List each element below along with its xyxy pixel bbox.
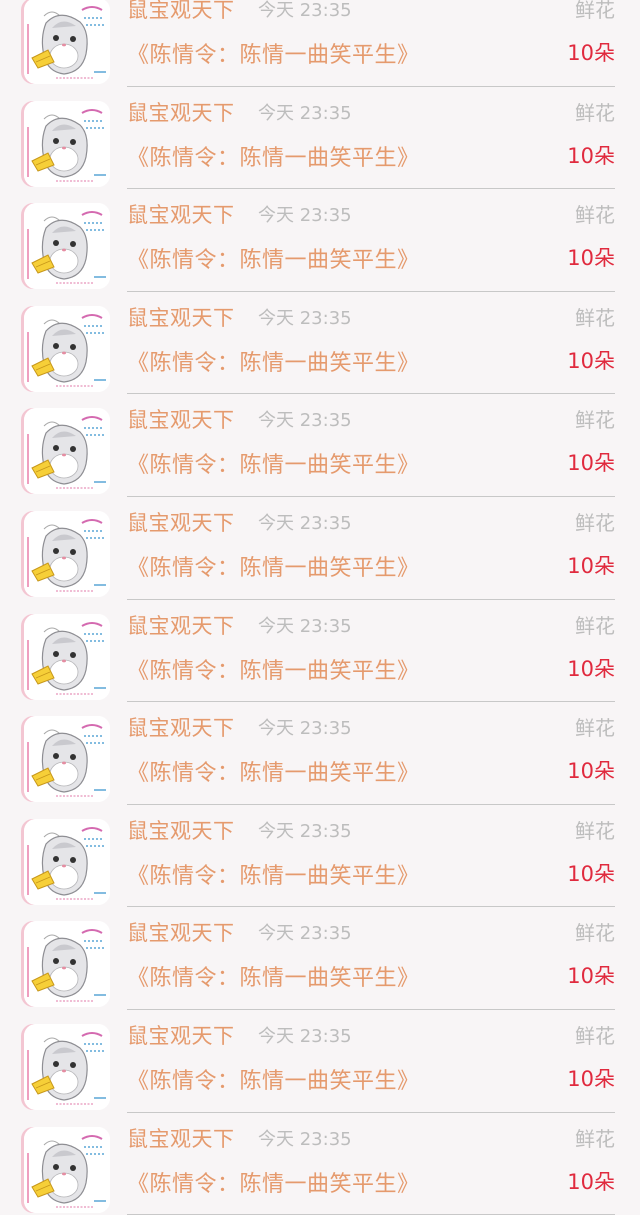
gift-time: 今天 23:35 (258, 615, 352, 637)
work-title-link[interactable]: 《陈情令：陈情一曲笑平生》 (127, 550, 420, 582)
gift-record-item[interactable]: 鼠宝观天下 今天 23:35 鲜花 《陈情令：陈情一曲笑平生》 10朵 (0, 907, 640, 1010)
user-name[interactable]: 鼠宝观天下 (127, 712, 235, 742)
gift-count: 10朵 (567, 656, 615, 681)
gift-count: 10朵 (567, 1169, 615, 1194)
gift-record-item[interactable]: 鼠宝观天下 今天 23:35 鲜花 《陈情令：陈情一曲笑平生》 10朵 (0, 0, 640, 87)
user-name[interactable]: 鼠宝观天下 (127, 404, 235, 434)
gift-time: 今天 23:35 (258, 205, 352, 227)
gift-record-item[interactable]: 鼠宝观天下 今天 23:35 鲜花 《陈情令：陈情一曲笑平生》 10朵 (0, 1010, 640, 1113)
hamster-avatar-icon (24, 818, 110, 905)
avatar[interactable] (24, 1126, 110, 1213)
avatar[interactable] (24, 818, 110, 905)
avatar[interactable] (24, 203, 110, 290)
gift-record-item[interactable]: 鼠宝观天下 今天 23:35 鲜花 《陈情令：陈情一曲笑平生》 10朵 (0, 497, 640, 600)
gift-time: 今天 23:35 (258, 0, 352, 21)
work-title-link[interactable]: 《陈情令：陈情一曲笑平生》 (127, 345, 420, 377)
gift-time: 今天 23:35 (258, 102, 352, 124)
gift-type: 鲜花 (575, 613, 615, 638)
gift-time: 今天 23:35 (258, 820, 352, 842)
gift-time: 今天 23:35 (258, 1025, 352, 1047)
hamster-avatar-icon (24, 100, 110, 187)
user-name[interactable]: 鼠宝观天下 (127, 302, 235, 332)
gift-type: 鲜花 (575, 921, 615, 946)
avatar[interactable] (24, 1023, 110, 1110)
avatar[interactable] (24, 305, 110, 392)
gift-type: 鲜花 (575, 203, 615, 228)
work-title-link[interactable]: 《陈情令：陈情一曲笑平生》 (127, 140, 420, 172)
gift-time: 今天 23:35 (258, 923, 352, 945)
hamster-avatar-icon (24, 203, 110, 290)
gift-type: 鲜花 (575, 818, 615, 843)
gift-count: 10朵 (567, 553, 615, 578)
hamster-avatar-icon (24, 0, 110, 84)
gift-count: 10朵 (567, 964, 615, 989)
gift-time: 今天 23:35 (258, 512, 352, 534)
gift-type: 鲜花 (575, 1126, 615, 1151)
gift-type: 鲜花 (575, 305, 615, 330)
gift-type: 鲜花 (575, 510, 615, 535)
avatar[interactable] (24, 510, 110, 597)
gift-record-item[interactable]: 鼠宝观天下 今天 23:35 鲜花 《陈情令：陈情一曲笑平生》 10朵 (0, 189, 640, 292)
hamster-avatar-icon (24, 1023, 110, 1110)
work-title-link[interactable]: 《陈情令：陈情一曲笑平生》 (127, 858, 420, 890)
gift-time: 今天 23:35 (258, 307, 352, 329)
gift-time: 今天 23:35 (258, 410, 352, 432)
work-title-link[interactable]: 《陈情令：陈情一曲笑平生》 (127, 960, 420, 992)
user-name[interactable]: 鼠宝观天下 (127, 199, 235, 229)
work-title-link[interactable]: 《陈情令：陈情一曲笑平生》 (127, 755, 420, 787)
gift-time: 今天 23:35 (258, 718, 352, 740)
user-name[interactable]: 鼠宝观天下 (127, 1020, 235, 1050)
user-name[interactable]: 鼠宝观天下 (127, 917, 235, 947)
gift-count: 10朵 (567, 451, 615, 476)
gift-record-item[interactable]: 鼠宝观天下 今天 23:35 鲜花 《陈情令：陈情一曲笑平生》 10朵 (0, 394, 640, 497)
user-name[interactable]: 鼠宝观天下 (127, 815, 235, 845)
gift-count: 10朵 (567, 1066, 615, 1091)
gift-record-item[interactable]: 鼠宝观天下 今天 23:35 鲜花 《陈情令：陈情一曲笑平生》 10朵 (0, 87, 640, 190)
hamster-avatar-icon (24, 716, 110, 803)
hamster-avatar-icon (24, 510, 110, 597)
work-title-link[interactable]: 《陈情令：陈情一曲笑平生》 (127, 37, 420, 69)
hamster-avatar-icon (24, 613, 110, 700)
gift-record-item[interactable]: 鼠宝观天下 今天 23:35 鲜花 《陈情令：陈情一曲笑平生》 10朵 (0, 1113, 640, 1215)
hamster-avatar-icon (24, 408, 110, 495)
gift-count: 10朵 (567, 861, 615, 886)
gift-type: 鲜花 (575, 408, 615, 433)
work-title-link[interactable]: 《陈情令：陈情一曲笑平生》 (127, 1063, 420, 1095)
gift-count: 10朵 (567, 348, 615, 373)
avatar[interactable] (24, 613, 110, 700)
user-name[interactable]: 鼠宝观天下 (127, 97, 235, 127)
gift-time: 今天 23:35 (258, 1128, 352, 1150)
user-name[interactable]: 鼠宝观天下 (127, 0, 235, 24)
hamster-avatar-icon (24, 305, 110, 392)
avatar[interactable] (24, 716, 110, 803)
work-title-link[interactable]: 《陈情令：陈情一曲笑平生》 (127, 653, 420, 685)
gift-record-item[interactable]: 鼠宝观天下 今天 23:35 鲜花 《陈情令：陈情一曲笑平生》 10朵 (0, 702, 640, 805)
gift-record-list: 鼠宝观天下 今天 23:35 鲜花 《陈情令：陈情一曲笑平生》 10朵 鼠宝观天… (0, 0, 640, 1215)
gift-type: 鲜花 (575, 100, 615, 125)
work-title-link[interactable]: 《陈情令：陈情一曲笑平生》 (127, 447, 420, 479)
gift-type: 鲜花 (575, 0, 615, 22)
gift-type: 鲜花 (575, 1023, 615, 1048)
user-name[interactable]: 鼠宝观天下 (127, 507, 235, 537)
gift-type: 鲜花 (575, 716, 615, 741)
avatar[interactable] (24, 0, 110, 84)
gift-record-item[interactable]: 鼠宝观天下 今天 23:35 鲜花 《陈情令：陈情一曲笑平生》 10朵 (0, 600, 640, 703)
gift-count: 10朵 (567, 41, 615, 65)
hamster-avatar-icon (24, 921, 110, 1008)
avatar[interactable] (24, 408, 110, 495)
hamster-avatar-icon (24, 1126, 110, 1213)
user-name[interactable]: 鼠宝观天下 (127, 1123, 235, 1153)
avatar[interactable] (24, 921, 110, 1008)
work-title-link[interactable]: 《陈情令：陈情一曲笑平生》 (127, 242, 420, 274)
gift-count: 10朵 (567, 759, 615, 784)
gift-count: 10朵 (567, 246, 615, 271)
gift-record-item[interactable]: 鼠宝观天下 今天 23:35 鲜花 《陈情令：陈情一曲笑平生》 10朵 (0, 292, 640, 395)
gift-count: 10朵 (567, 143, 615, 168)
avatar[interactable] (24, 100, 110, 187)
gift-record-item[interactable]: 鼠宝观天下 今天 23:35 鲜花 《陈情令：陈情一曲笑平生》 10朵 (0, 805, 640, 908)
work-title-link[interactable]: 《陈情令：陈情一曲笑平生》 (127, 1166, 420, 1198)
user-name[interactable]: 鼠宝观天下 (127, 610, 235, 640)
